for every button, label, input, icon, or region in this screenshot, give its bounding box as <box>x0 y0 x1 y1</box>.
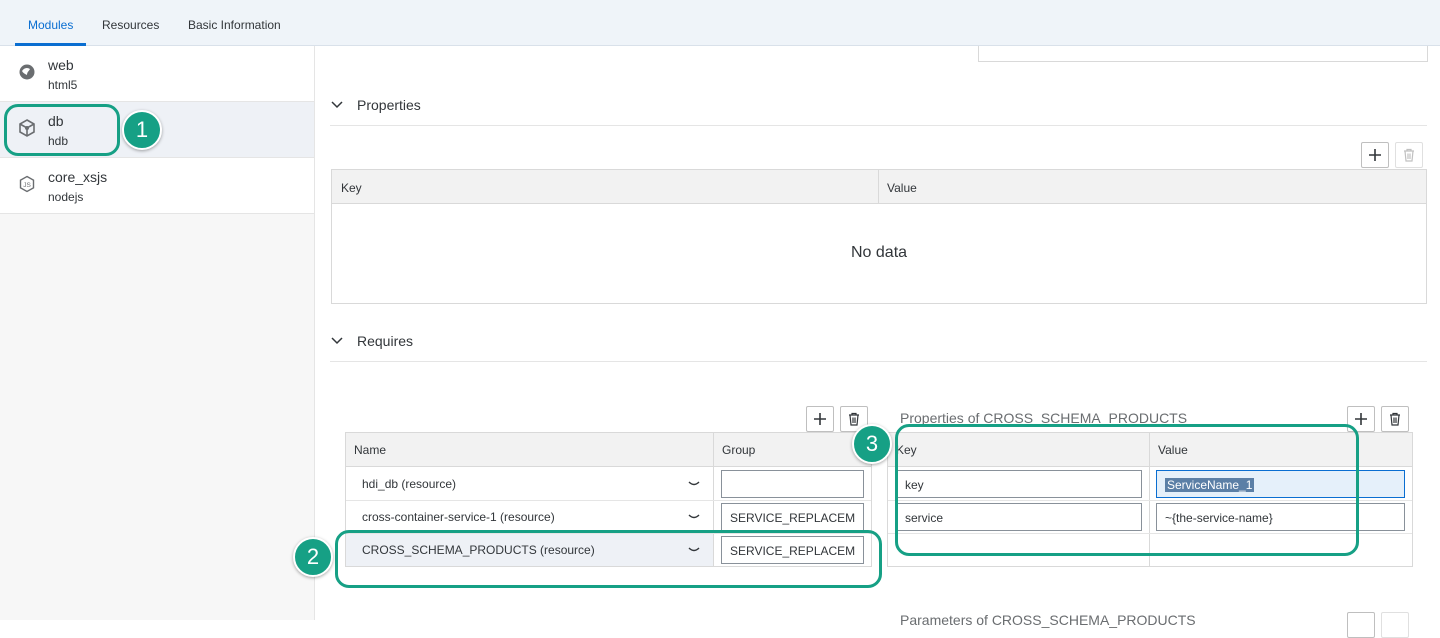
plus-icon <box>1355 413 1367 425</box>
add-requires-button[interactable] <box>806 406 834 432</box>
callout-badge-2: 2 <box>293 537 333 577</box>
html5-icon <box>19 64 35 80</box>
callout-badge-3: 3 <box>852 424 892 464</box>
table-header <box>346 433 871 467</box>
module-item-web[interactable]: web html5 <box>0 46 314 102</box>
properties-section-title: Properties <box>357 97 421 113</box>
svg-text:JS: JS <box>23 182 31 189</box>
column-header-value: Value <box>887 181 917 195</box>
dropdown-arrow-icon[interactable] <box>688 513 700 521</box>
table-header <box>332 170 1426 204</box>
parameters-title: Parameters of CROSS_SCHEMA_PRODUCTS <box>900 612 1196 628</box>
delete-parameter-button[interactable] <box>1381 612 1409 638</box>
module-name: core_xsjs <box>48 169 108 185</box>
divider <box>330 361 1427 362</box>
previous-field-box <box>978 46 1428 62</box>
dropdown-arrow-icon[interactable] <box>688 480 700 488</box>
callout-badge-1: 1 <box>122 110 162 150</box>
tab-basic-information[interactable]: Basic Information <box>188 18 281 32</box>
callout-ring-2 <box>335 530 882 588</box>
tab-bar: Modules Resources Basic Information <box>0 0 1440 46</box>
requires-name-cell[interactable]: hdi_db (resource) <box>362 477 456 491</box>
no-data-text: No data <box>851 244 908 261</box>
requires-name-cell[interactable]: cross-container-service-1 (resource) <box>362 510 555 524</box>
module-name: web <box>48 57 74 73</box>
nodejs-icon: JS <box>19 175 35 193</box>
tab-modules[interactable]: Modules <box>28 18 73 32</box>
divider <box>330 125 1427 126</box>
column-header-name: Name <box>354 443 387 457</box>
column-header-key: Key <box>341 181 362 195</box>
properties-table: Key Value No data <box>331 169 1427 304</box>
trash-icon <box>1390 412 1400 426</box>
plus-icon <box>1369 149 1381 161</box>
column-header-group: Group <box>722 443 756 457</box>
delete-requires-property-button[interactable] <box>1381 406 1409 432</box>
requires-section-title: Requires <box>357 333 414 349</box>
trash-icon <box>849 412 859 426</box>
row-divider <box>346 500 871 501</box>
chevron-down-icon[interactable] <box>330 334 344 348</box>
module-type: nodejs <box>48 190 84 204</box>
add-parameter-button[interactable] <box>1347 612 1375 638</box>
column-divider <box>878 170 879 204</box>
trash-icon <box>1404 148 1414 162</box>
plus-icon <box>814 413 826 425</box>
group-input[interactable]: SERVICE_REPLACEM <box>721 503 864 531</box>
callout-ring-3 <box>895 424 1359 556</box>
add-property-button[interactable] <box>1361 142 1389 168</box>
chevron-down-icon[interactable] <box>330 98 344 112</box>
callout-ring-1 <box>4 104 120 156</box>
group-input[interactable] <box>721 470 864 498</box>
module-type: html5 <box>48 78 78 92</box>
module-item-core-xsjs[interactable]: JS core_xsjs nodejs <box>0 158 314 214</box>
delete-property-button[interactable] <box>1395 142 1423 168</box>
tab-resources[interactable]: Resources <box>102 18 159 32</box>
